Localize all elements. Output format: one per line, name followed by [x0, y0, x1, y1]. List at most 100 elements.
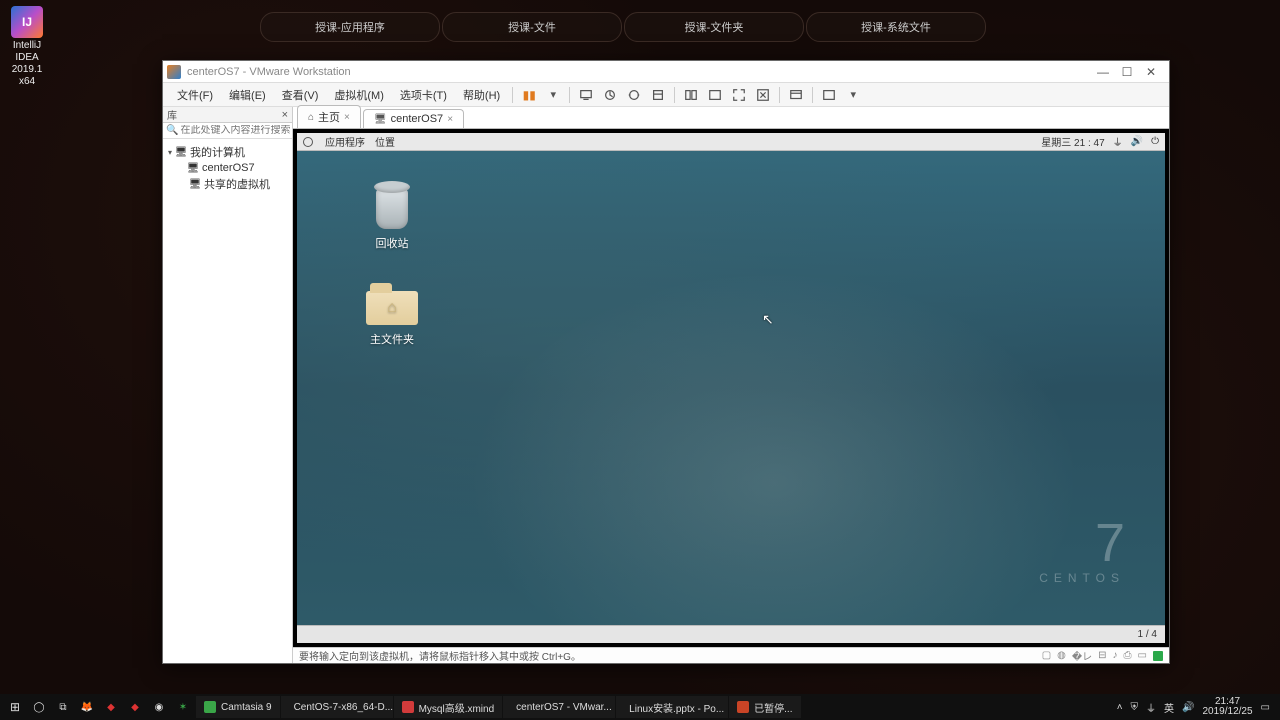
vmware-title: centerOS7 - VMware Workstation — [187, 66, 351, 78]
taskbar-item[interactable]: Mysql高级.xmind — [394, 696, 503, 718]
tray-security-icon[interactable]: ⛨ — [1131, 702, 1139, 713]
centos-watermark: 7 CENTOS — [1039, 522, 1125, 585]
dev-cd-icon[interactable]: ◍ — [1057, 650, 1066, 661]
dev-hdd-icon[interactable]: ▢ — [1042, 650, 1051, 661]
tab-centeros7[interactable]: 🖥 centerOS7 × — [363, 109, 464, 128]
shared-icon: 🖥 — [189, 178, 201, 190]
tray-up-icon[interactable]: ˄ — [1117, 702, 1123, 713]
vmware-tabbar: ⌂ 主页 × 🖥 centerOS7 × — [293, 107, 1169, 129]
task-label: centerOS7 - VMwar... — [516, 702, 612, 713]
cortana-icon[interactable]: ◯ — [28, 696, 50, 718]
maximize-button[interactable]: ☐ — [1121, 66, 1133, 78]
dev-message-icon[interactable] — [1153, 651, 1163, 661]
manage-icon[interactable] — [648, 85, 668, 105]
host-tab-apps[interactable]: 授课-应用程序 — [260, 12, 440, 42]
unity-icon[interactable] — [753, 85, 773, 105]
gnome-clock[interactable]: 星期三 21 : 47 — [1041, 134, 1104, 149]
host-tab-files[interactable]: 授课-文件 — [442, 12, 622, 42]
task-app-icon — [402, 701, 414, 713]
menu-file[interactable]: 文件(F) — [169, 87, 221, 103]
taskview-icon[interactable]: ⧉ — [52, 696, 74, 718]
tray-clock-date[interactable]: 2019/12/25 — [1202, 707, 1252, 717]
task-label: Linux安装.pptx - Po... — [629, 700, 724, 715]
taskbar-item[interactable]: centerOS7 - VMwar... — [503, 696, 615, 718]
system-tray[interactable]: ˄ ⛨ ⏚ 英 🔊 21:47 2019/12/25 ▭ — [1111, 697, 1276, 717]
menu-view[interactable]: 查看(V) — [274, 87, 327, 103]
power-icon[interactable]: ⏻ — [1151, 136, 1159, 147]
tab-home-label: 主页 — [318, 109, 340, 125]
taskbar-item[interactable]: Linux安装.pptx - Po... — [616, 696, 728, 718]
tree-my-computer[interactable]: ▾🖥 我的计算机 — [165, 143, 290, 161]
tree-my-computer-label: 我的计算机 — [190, 144, 245, 160]
snapshot-icon[interactable] — [600, 85, 620, 105]
host-tab-folders[interactable]: 授课-文件夹 — [624, 12, 804, 42]
stretch-icon[interactable] — [819, 85, 839, 105]
app-icon-2[interactable]: ◆ — [124, 696, 146, 718]
tray-volume-icon[interactable]: 🔊 — [1182, 702, 1194, 713]
guest-viewport[interactable]: 应用程序 位置 星期三 21 : 47 ⏚ 🔊 ⏻ — [293, 129, 1169, 647]
gnome-desktop[interactable]: 回收站 ⌂ 主文件夹 7 CENTOS ↖ — [297, 151, 1165, 625]
computer-icon: 🖥 — [175, 146, 187, 158]
tab-home[interactable]: ⌂ 主页 × — [297, 105, 361, 128]
layout-single-icon[interactable] — [705, 85, 725, 105]
desktop-trash[interactable]: 回收站 — [352, 181, 432, 251]
host-tab-sysfiles[interactable]: 授课-系统文件 — [806, 12, 986, 42]
vmware-library-panel: 库 × 🔍 ▾ ▾🖥 我的计算机 🖥 centerOS7 🖥 — [163, 107, 293, 663]
show-console-icon[interactable] — [786, 85, 806, 105]
tab-home-close-icon[interactable]: × — [344, 112, 350, 123]
layout-cycle-icon[interactable] — [681, 85, 701, 105]
tray-network-icon[interactable]: ⏚ — [1146, 700, 1156, 715]
wechat-icon[interactable]: ✶ — [172, 696, 194, 718]
taskbar-item[interactable]: CentOS-7-x86_64-D... — [281, 696, 393, 718]
vmware-titlebar[interactable]: centerOS7 - VMware Workstation — ☐ ✕ — [163, 61, 1169, 83]
tree-shared-vms[interactable]: 🖥 共享的虚拟机 — [165, 175, 290, 193]
dev-net-icon[interactable]: �レ — [1072, 648, 1092, 663]
send-ctrlaltdel-icon[interactable] — [576, 85, 596, 105]
pause-dropdown[interactable]: ▾ — [543, 85, 563, 105]
stretch-dropdown[interactable]: ▾ — [843, 85, 863, 105]
vmware-window: centerOS7 - VMware Workstation — ☐ ✕ 文件(… — [162, 60, 1170, 664]
gnome-bottom-bar: 1 / 4 — [297, 625, 1165, 643]
menu-tabs[interactable]: 选项卡(T) — [392, 87, 455, 103]
menu-vm[interactable]: 虚拟机(M) — [326, 87, 392, 103]
snapshot-manager-icon[interactable] — [624, 85, 644, 105]
network-icon[interactable]: ⏚ — [1113, 134, 1123, 149]
minimize-button[interactable]: — — [1097, 66, 1109, 78]
tab-vm-close-icon[interactable]: × — [447, 114, 453, 125]
centos-brand: CENTOS — [1039, 571, 1125, 585]
dev-display-icon[interactable]: ▭ — [1138, 650, 1147, 661]
status-hint: 要将输入定向到该虚拟机，请将鼠标指针移入其中或按 Ctrl+G。 — [299, 648, 581, 663]
library-search[interactable]: 🔍 ▾ — [163, 123, 292, 139]
host-tabs: 授课-应用程序 授课-文件 授课-文件夹 授课-系统文件 — [260, 12, 988, 42]
vmware-menubar: 文件(F) 编辑(E) 查看(V) 虚拟机(M) 选项卡(T) 帮助(H) ▮▮… — [163, 83, 1169, 107]
task-label: 已暂停... — [754, 700, 792, 715]
dev-usb-icon[interactable]: ⊟ — [1098, 650, 1106, 661]
intellij-label-2: 2019.1 x64 — [6, 64, 48, 88]
dev-sound-icon[interactable]: ♪ — [1113, 650, 1118, 661]
menu-help[interactable]: 帮助(H) — [455, 87, 508, 103]
fullscreen-icon[interactable] — [729, 85, 749, 105]
workspace-pager[interactable]: 1 / 4 — [1138, 629, 1157, 640]
pause-vm-button[interactable]: ▮▮ — [519, 85, 539, 105]
tree-vm-centeros7[interactable]: 🖥 centerOS7 — [165, 161, 290, 175]
chrome-icon[interactable]: ◉ — [148, 696, 170, 718]
desktop-intellij-icon[interactable]: IJ IntelliJ IDEA 2019.1 x64 — [6, 6, 48, 88]
tray-ime[interactable]: 英 — [1164, 700, 1174, 715]
gnome-top-bar: 应用程序 位置 星期三 21 : 47 ⏚ 🔊 ⏻ — [297, 133, 1165, 151]
library-close-icon[interactable]: × — [282, 109, 288, 121]
gnome-places[interactable]: 位置 — [375, 134, 395, 149]
gnome-applications[interactable]: 应用程序 — [325, 134, 365, 149]
taskbar-item[interactable]: 已暂停... — [729, 696, 800, 718]
volume-icon[interactable]: 🔊 — [1131, 136, 1143, 147]
intellij-badge: IJ — [11, 6, 43, 38]
start-button[interactable]: ⊞ — [4, 696, 26, 718]
tray-notifications-icon[interactable]: ▭ — [1261, 702, 1270, 713]
windows-taskbar: ⊞ ◯ ⧉ 🦊 ◆ ◆ ◉ ✶ Camtasia 9CentOS-7-x86_6… — [0, 694, 1280, 720]
desktop-home-folder[interactable]: ⌂ 主文件夹 — [352, 281, 432, 347]
app-icon-1[interactable]: ◆ — [100, 696, 122, 718]
dev-printer-icon[interactable]: ⎙ — [1124, 650, 1132, 661]
taskbar-item[interactable]: Camtasia 9 — [196, 696, 280, 718]
close-button[interactable]: ✕ — [1145, 66, 1157, 78]
firefox-icon[interactable]: 🦊 — [76, 696, 98, 718]
menu-edit[interactable]: 编辑(E) — [221, 87, 274, 103]
